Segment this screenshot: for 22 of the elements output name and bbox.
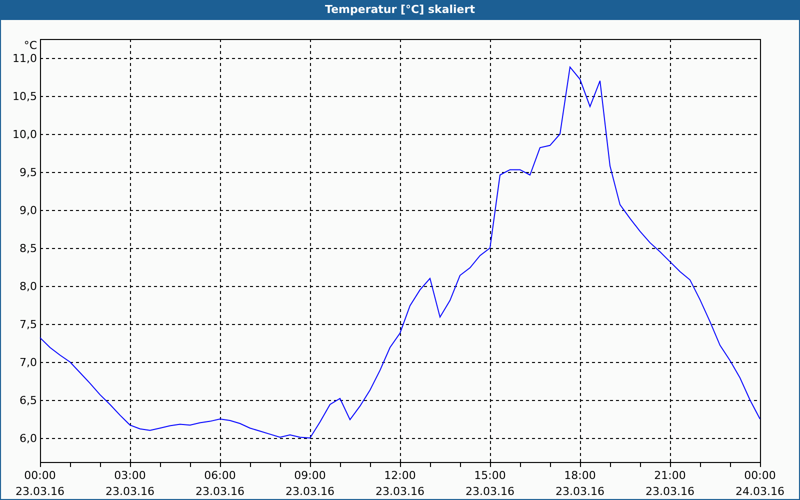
y-tick-label: 10,5 — [12, 90, 37, 103]
y-tick-label: 6,5 — [20, 394, 37, 407]
y-tick-label: 7,5 — [20, 318, 37, 331]
y-tick-label: 6,0 — [20, 432, 37, 445]
y-tick-label: 9,0 — [20, 204, 37, 217]
x-tick-label: 06:00 23.03.16 — [196, 469, 244, 498]
y-tick-label: 11,0 — [12, 52, 37, 65]
y-tick-label: 10,0 — [12, 128, 37, 141]
y-tick-label: 8,0 — [20, 280, 37, 293]
x-tick-label: 03:00 23.03.16 — [106, 469, 154, 498]
window-title: Temperatur [°C] skaliert — [1, 0, 799, 20]
x-tick-label: 15:00 23.03.16 — [466, 469, 514, 498]
x-tick-label: 21:00 23.03.16 — [646, 469, 694, 498]
x-tick-label: 09:00 23.03.16 — [286, 469, 334, 498]
y-tick-label: 8,5 — [20, 242, 37, 255]
y-tick-label: 7,0 — [20, 356, 37, 369]
x-tick-label: 00:00 23.03.16 — [16, 469, 64, 498]
y-tick-label: 9,5 — [20, 166, 37, 179]
y-axis-unit: °C — [24, 39, 37, 52]
x-tick-label: 18:00 23.03.16 — [556, 469, 604, 498]
x-tick-label: 12:00 23.03.16 — [376, 469, 424, 498]
x-tick-label: 00:00 24.03.16 — [736, 469, 784, 498]
